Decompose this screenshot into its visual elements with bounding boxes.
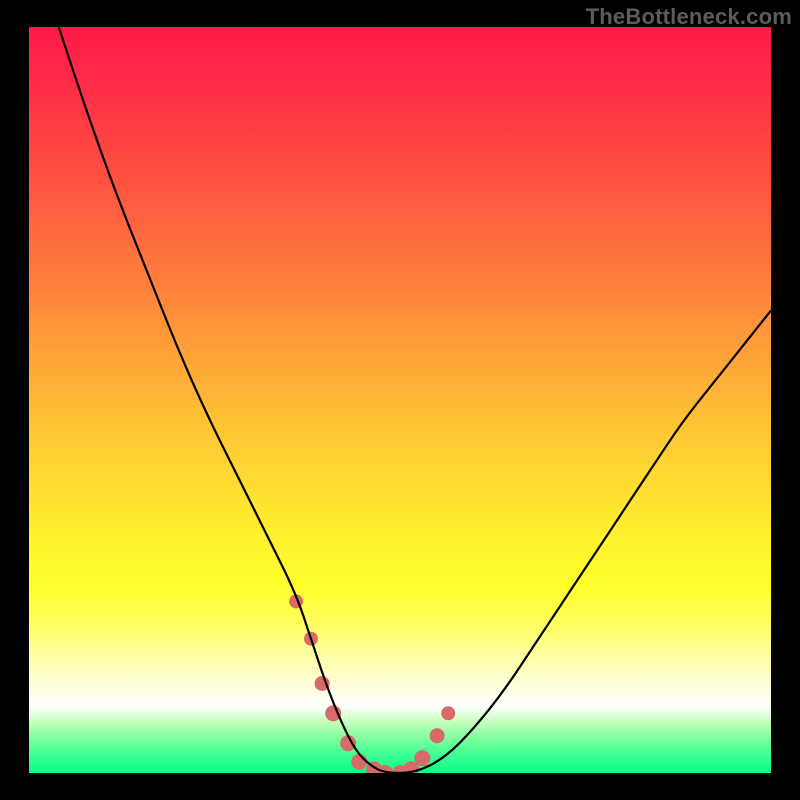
marker-group [289, 594, 455, 773]
optimal-marker [351, 754, 367, 770]
watermark-text: TheBottleneck.com [586, 4, 792, 30]
optimal-marker [441, 706, 455, 720]
curve-svg [29, 27, 771, 773]
chart-frame [29, 27, 771, 773]
bottleneck-curve [59, 27, 771, 773]
optimal-marker [414, 750, 430, 766]
optimal-marker [430, 728, 445, 743]
